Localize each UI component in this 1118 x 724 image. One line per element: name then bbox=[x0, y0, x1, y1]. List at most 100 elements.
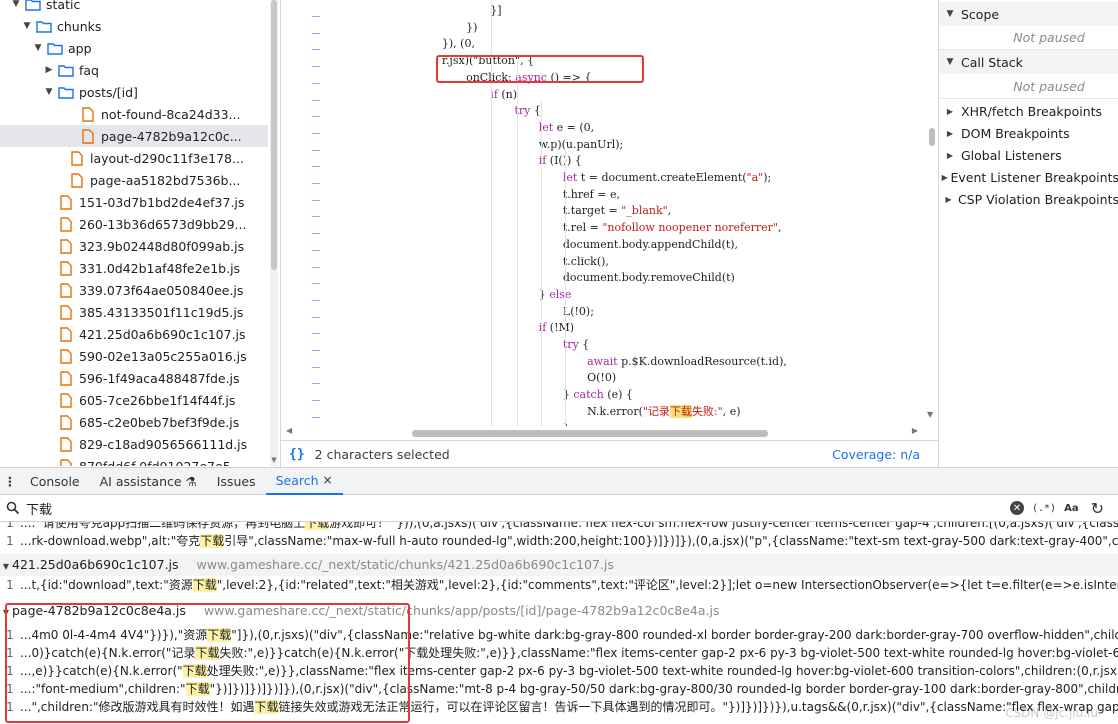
result-file-header[interactable]: ▼ 421.25d0a6b690c1c107.js www.gameshare.cc… bbox=[0, 554, 1118, 576]
dom-breakpoints[interactable]: ▶ DOM Breakpoints bbox=[939, 122, 1118, 144]
gutter-marker[interactable] bbox=[312, 233, 320, 235]
scroll-down-arrow-icon[interactable]: ▼ bbox=[270, 456, 278, 464]
gutter-marker[interactable] bbox=[312, 49, 320, 51]
code-line[interactable]: w.p)(u.panUrl); bbox=[539, 136, 624, 153]
clear-search-icon[interactable]: ✕ bbox=[1010, 501, 1024, 515]
gutter-marker[interactable] bbox=[312, 266, 320, 268]
global-listeners[interactable]: ▶ Global Listeners bbox=[939, 144, 1118, 166]
file-item[interactable]: page-aa5182bd7536b... bbox=[0, 169, 268, 191]
file-item[interactable]: 421.25d0a6b690c1c107.js bbox=[0, 323, 268, 345]
section-scope[interactable]: ▼ Scope bbox=[939, 2, 1118, 26]
folder-item[interactable]: ▼ posts/[id] bbox=[0, 81, 268, 103]
code-line[interactable]: try { bbox=[515, 102, 541, 119]
gutter-marker[interactable] bbox=[312, 183, 320, 184]
code-line[interactable]: t.rel = "nofollow noopener noreferrer", bbox=[563, 219, 782, 236]
file-item[interactable]: 260-13b36d6573d9bb29... bbox=[0, 213, 268, 235]
tab-ai-assistance[interactable]: AI assistance ⚗ bbox=[90, 467, 207, 495]
scroll-down-arrow-icon[interactable]: ▼ bbox=[927, 410, 933, 419]
tab-console[interactable]: Console bbox=[20, 467, 90, 495]
code-line[interactable]: if (I()) { bbox=[539, 152, 582, 169]
gutter-marker[interactable] bbox=[312, 116, 320, 118]
scroll-left-arrow-icon[interactable]: ◀ bbox=[286, 426, 292, 435]
file-item[interactable]: 323.9b02448d80f099ab.js bbox=[0, 235, 268, 257]
code-line[interactable]: document.body.removeChild(t) bbox=[563, 269, 735, 286]
gutter-marker[interactable] bbox=[312, 66, 320, 68]
code-line[interactable]: document.body.appendChild(t), bbox=[563, 236, 738, 253]
code-line[interactable]: if (!M) bbox=[539, 319, 574, 336]
tab-issues[interactable]: Issues bbox=[207, 467, 266, 495]
file-item[interactable]: 151-03d7b1bd2de4ef37.js bbox=[0, 191, 268, 213]
event-listener-breakpoints[interactable]: ▶ Event Listener Breakpoints bbox=[939, 166, 1118, 188]
search-input[interactable] bbox=[26, 500, 1006, 516]
editor-vertical-scrollbar-thumb[interactable] bbox=[929, 128, 935, 146]
folder-item[interactable]: ▶ faq bbox=[0, 59, 268, 81]
expand-arrow-icon[interactable]: ▼ bbox=[0, 556, 12, 576]
expand-arrow-icon[interactable]: ▼ bbox=[21, 21, 33, 31]
code-line[interactable]: t.target = "_blank", bbox=[563, 202, 671, 219]
gutter-marker[interactable] bbox=[312, 199, 320, 201]
expand-arrow-icon[interactable]: ▼ bbox=[32, 43, 44, 53]
scroll-right-arrow-icon[interactable]: ▶ bbox=[912, 426, 918, 435]
result-line[interactable]: 1 ...rk-download.webp",alt:"夸克下载引导",class… bbox=[0, 532, 1118, 550]
editor-horizontal-scrollbar[interactable]: ◀ ▶ bbox=[282, 426, 922, 440]
gutter-marker[interactable] bbox=[312, 149, 320, 151]
gutter-marker[interactable] bbox=[312, 366, 320, 368]
file-item[interactable]: not-found-8ca24d33... bbox=[0, 103, 268, 125]
folder-item[interactable]: ▼ chunks bbox=[0, 15, 268, 37]
match-case-toggle[interactable]: Aa bbox=[1064, 503, 1079, 514]
gutter-marker[interactable] bbox=[312, 316, 320, 318]
code-line[interactable]: }) bbox=[466, 19, 477, 36]
code-line[interactable]: L(!0); bbox=[563, 303, 594, 320]
collapse-arrow-icon[interactable]: ▶ bbox=[43, 65, 55, 75]
editor-vertical-scrollbar[interactable]: ▼ bbox=[926, 0, 938, 424]
close-icon[interactable]: × bbox=[323, 473, 333, 487]
pretty-print-icon[interactable]: {} bbox=[289, 447, 305, 462]
gutter-marker[interactable] bbox=[312, 32, 320, 34]
code-line[interactable]: let t = document.createElement("a"); bbox=[563, 169, 771, 186]
gutter-marker[interactable] bbox=[312, 166, 320, 168]
folder-item[interactable]: ▼ app bbox=[0, 37, 268, 59]
section-call-stack[interactable]: ▼ Call Stack bbox=[939, 50, 1118, 74]
file-item[interactable]: page-4782b9a12c0c... bbox=[0, 125, 268, 147]
file-tree-scrollbar-thumb[interactable] bbox=[271, 0, 277, 270]
gutter-marker[interactable] bbox=[312, 283, 320, 285]
file-item[interactable]: 605-7ce26bbe1f14f44f.js bbox=[0, 389, 268, 411]
gutter-marker[interactable] bbox=[312, 350, 320, 351]
more-options-icon[interactable]: ⋮ bbox=[0, 474, 20, 489]
code-line[interactable]: let e = (0, bbox=[539, 119, 594, 136]
gutter-marker[interactable] bbox=[312, 216, 320, 218]
expand-arrow-icon[interactable]: ▼ bbox=[43, 87, 55, 97]
gutter-marker[interactable] bbox=[312, 416, 320, 418]
code-line[interactable]: } catch (e) { bbox=[563, 386, 633, 403]
code-line[interactable]: try { bbox=[563, 336, 589, 353]
coverage-link[interactable]: Coverage: n/a bbox=[832, 447, 920, 462]
result-line[interactable]: 1 ...t,{id:"download",text:"资源下载",level:2… bbox=[0, 576, 1118, 594]
tab-search[interactable]: Search × bbox=[265, 467, 343, 495]
gutter-marker[interactable] bbox=[312, 16, 320, 17]
refresh-icon[interactable]: ↻ bbox=[1091, 499, 1104, 518]
code-line[interactable]: await p.$K.downloadResource(t.id), bbox=[587, 353, 787, 370]
csp-violation-breakpoints[interactable]: ▶ CSP Violation Breakpoints bbox=[939, 188, 1118, 210]
file-item[interactable]: 829-c18ad9056566111d.js bbox=[0, 433, 268, 455]
file-item[interactable]: 385.43133501f11c19d5.js bbox=[0, 301, 268, 323]
code-line[interactable]: t.href = e, bbox=[563, 186, 620, 203]
code-line[interactable]: if (n) bbox=[490, 86, 517, 103]
result-line[interactable]: 1 ...: '请使用夸克app扫描二维码保存资源，再到电脑上下载游戏即可！' }… bbox=[0, 522, 1118, 532]
code-line[interactable]: }), (0, bbox=[442, 35, 475, 52]
folder-item[interactable]: ▼ static bbox=[0, 0, 268, 15]
gutter-marker[interactable] bbox=[312, 132, 320, 134]
editor-horizontal-scrollbar-thumb[interactable] bbox=[412, 430, 768, 437]
code-line[interactable]: t.click(), bbox=[563, 253, 609, 270]
gutter-marker[interactable] bbox=[312, 333, 320, 335]
gutter-marker[interactable] bbox=[312, 82, 320, 84]
gutter-marker[interactable] bbox=[312, 400, 320, 402]
file-item[interactable]: 870fdd6f-0fd91027e7e5... bbox=[0, 455, 268, 466]
file-item[interactable]: 331.0d42b1af48fe2e1b.js bbox=[0, 257, 268, 279]
file-item[interactable]: 685-c2e0beb7bef3f9de.js bbox=[0, 411, 268, 433]
code-line[interactable]: N.k.error("记录下载失败:", e) bbox=[587, 403, 741, 420]
gutter-marker[interactable] bbox=[312, 383, 320, 385]
file-tree-scrollbar[interactable]: ▼ bbox=[270, 0, 278, 466]
file-item[interactable]: 590-02e13a05c255a016.js bbox=[0, 345, 268, 367]
file-item[interactable]: layout-d290c11f3e178... bbox=[0, 147, 268, 169]
gutter-marker[interactable] bbox=[312, 99, 320, 101]
